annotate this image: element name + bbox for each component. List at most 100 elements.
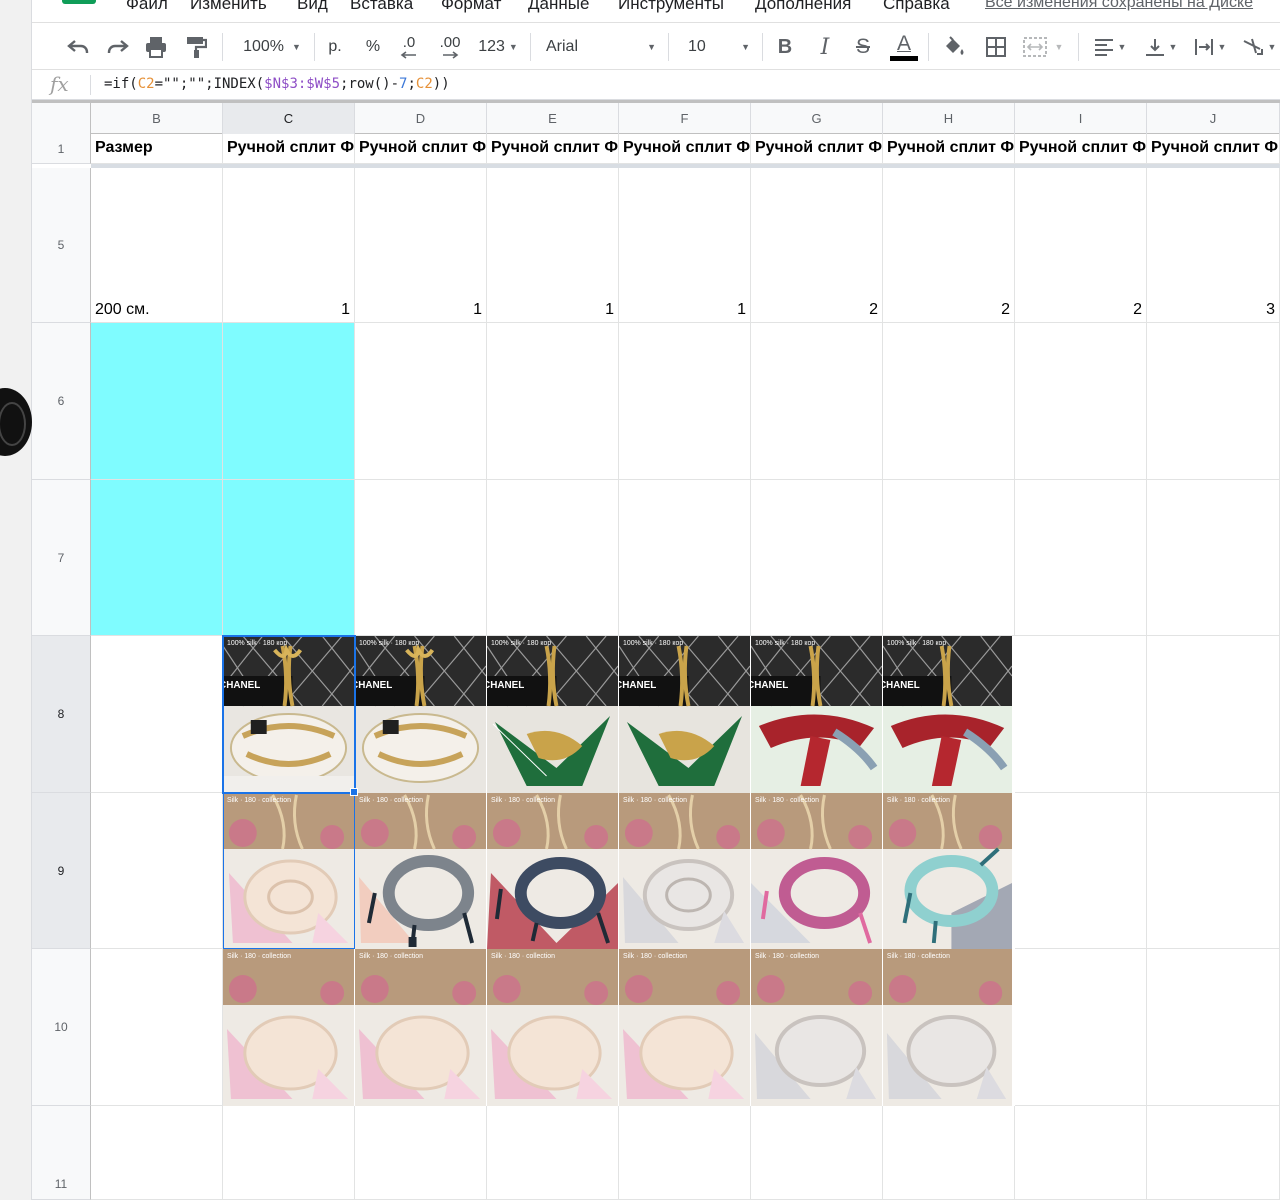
cell-i8[interactable] <box>1015 636 1147 793</box>
menu-help[interactable]: Справка <box>883 0 950 14</box>
column-header-i[interactable]: I <box>1015 103 1147 134</box>
cell-i7[interactable] <box>1015 480 1147 636</box>
column-header-h[interactable]: H <box>883 103 1015 134</box>
cell-e1[interactable]: Ручной сплит Ф <box>487 134 619 164</box>
scarf-photo-e8[interactable]: 100% silk · 180 кор CHANEL <box>487 636 619 793</box>
cell-e6[interactable] <box>487 323 619 480</box>
scarf-photo-d10[interactable]: Silk · 180 · collection <box>355 949 487 1106</box>
cell-j9[interactable] <box>1147 793 1280 949</box>
cell-h6[interactable] <box>883 323 1015 480</box>
scarf-photo-e9[interactable]: Silk · 180 · collection <box>487 793 619 949</box>
cell-g5[interactable]: 2 <box>751 168 883 323</box>
cell-f11[interactable] <box>619 1106 751 1200</box>
formula-input[interactable]: =if(C2="";"";INDEX($N$3:$W$5;row()-7;C2)… <box>104 76 450 92</box>
cell-j8[interactable] <box>1147 636 1280 793</box>
cell-b1[interactable]: Размер <box>91 134 223 164</box>
cell-h11[interactable] <box>883 1106 1015 1200</box>
cell-i9[interactable] <box>1015 793 1147 949</box>
cell-b7[interactable] <box>91 480 223 636</box>
paint-format-button[interactable] <box>180 31 212 63</box>
cell-d5[interactable]: 1 <box>355 168 487 323</box>
row-header-9[interactable]: 9 <box>32 793 91 949</box>
cell-b11[interactable] <box>91 1106 223 1200</box>
decrease-decimal-button[interactable]: .0 <box>394 31 424 63</box>
undo-button[interactable] <box>62 31 94 63</box>
cell-j6[interactable] <box>1147 323 1280 480</box>
cell-g1[interactable]: Ручной сплит Ф <box>751 134 883 164</box>
cell-b8[interactable] <box>91 636 223 793</box>
text-wrap-button[interactable]: ▼ <box>1190 31 1230 63</box>
print-button[interactable] <box>140 31 172 63</box>
menu-data[interactable]: Данные <box>528 0 589 14</box>
row-header-5[interactable]: 5 <box>32 168 91 323</box>
cell-d1[interactable]: Ручной сплит Ф <box>355 134 487 164</box>
column-header-b[interactable]: B <box>91 103 223 134</box>
menu-format[interactable]: Формат <box>441 0 501 14</box>
cell-j5[interactable]: 3 <box>1147 168 1280 323</box>
column-header-j[interactable]: J <box>1147 103 1280 134</box>
menu-tools[interactable]: Инструменты <box>618 0 724 14</box>
cell-j11[interactable] <box>1147 1106 1280 1200</box>
cell-d11[interactable] <box>355 1106 487 1200</box>
merge-cells-button[interactable]: ▼ <box>1018 31 1068 63</box>
fill-color-button[interactable] <box>938 31 970 63</box>
scarf-photo-f10[interactable]: Silk · 180 · collection <box>619 949 751 1106</box>
sheets-logo-icon[interactable] <box>62 0 96 4</box>
cell-i5[interactable]: 2 <box>1015 168 1147 323</box>
scarf-photo-f8[interactable]: 100% silk · 180 кор CHANEL <box>619 636 751 793</box>
font-size-select[interactable]: 10 ▼ <box>680 31 752 63</box>
cell-h7[interactable] <box>883 480 1015 636</box>
percent-format-button[interactable]: % <box>360 31 386 63</box>
cell-i6[interactable] <box>1015 323 1147 480</box>
cell-h1[interactable]: Ручной сплит Ф <box>883 134 1015 164</box>
save-status-link[interactable]: Все изменения сохранены на Диске <box>985 0 1253 12</box>
cell-c5[interactable]: 1 <box>223 168 355 323</box>
cell-e7[interactable] <box>487 480 619 636</box>
column-header-f[interactable]: F <box>619 103 751 134</box>
menu-file[interactable]: Файл <box>126 0 168 14</box>
row-header-7[interactable]: 7 <box>32 480 91 636</box>
currency-format-button[interactable]: р. <box>322 31 348 63</box>
select-all-corner[interactable] <box>32 103 91 134</box>
scarf-photo-g8[interactable]: 100% silk · 180 кор CHANEL <box>751 636 883 793</box>
cell-c7[interactable] <box>223 480 355 636</box>
cell-g6[interactable] <box>751 323 883 480</box>
cell-c1[interactable]: Ручной сплит Ф <box>223 134 355 164</box>
cell-c6[interactable] <box>223 323 355 480</box>
scarf-photo-c8[interactable]: 100% silk · 180 кор CHANEL <box>223 636 355 793</box>
menu-view[interactable]: Вид <box>297 0 328 14</box>
scarf-photo-g9[interactable]: Silk · 180 · collection <box>751 793 883 949</box>
scarf-photo-h10[interactable]: Silk · 180 · collection <box>883 949 1013 1106</box>
increase-decimal-button[interactable]: .00 <box>434 31 466 63</box>
horizontal-align-button[interactable]: ▼ <box>1088 31 1132 63</box>
cell-d7[interactable] <box>355 480 487 636</box>
cell-g7[interactable] <box>751 480 883 636</box>
row-header-10[interactable]: 10 <box>32 949 91 1106</box>
scarf-photo-c9[interactable]: Silk · 180 · collection <box>223 793 355 949</box>
cell-j7[interactable] <box>1147 480 1280 636</box>
cell-f5[interactable]: 1 <box>619 168 751 323</box>
scarf-photo-c10[interactable]: Silk · 180 · collection <box>223 949 355 1106</box>
cell-c11[interactable] <box>223 1106 355 1200</box>
column-header-d[interactable]: D <box>355 103 487 134</box>
scarf-photo-h8[interactable]: 100% silk · 180 кор CHANEL <box>883 636 1013 793</box>
cell-d6[interactable] <box>355 323 487 480</box>
text-color-button[interactable]: A <box>888 31 920 63</box>
scarf-photo-d8[interactable]: 100% silk · 180 кор CHANEL <box>355 636 487 793</box>
scarf-photo-d9[interactable]: Silk · 180 · collection <box>355 793 487 949</box>
menu-addons[interactable]: Дополнения <box>755 0 851 14</box>
more-formats-select[interactable]: 123 ▼ <box>474 31 522 63</box>
fill-handle[interactable] <box>350 788 358 796</box>
cell-i10[interactable] <box>1015 949 1147 1106</box>
column-header-g[interactable]: G <box>751 103 883 134</box>
cell-b9[interactable] <box>91 793 223 949</box>
menu-edit[interactable]: Изменить <box>190 0 267 14</box>
column-header-e[interactable]: E <box>487 103 619 134</box>
cell-b6[interactable] <box>91 323 223 480</box>
cell-h5[interactable]: 2 <box>883 168 1015 323</box>
menu-insert[interactable]: Вставка <box>350 0 413 14</box>
vertical-align-button[interactable]: ▼ <box>1140 31 1182 63</box>
bold-button[interactable]: B <box>772 31 798 63</box>
row-header-1[interactable]: 1 <box>32 134 91 164</box>
borders-button[interactable] <box>980 31 1012 63</box>
